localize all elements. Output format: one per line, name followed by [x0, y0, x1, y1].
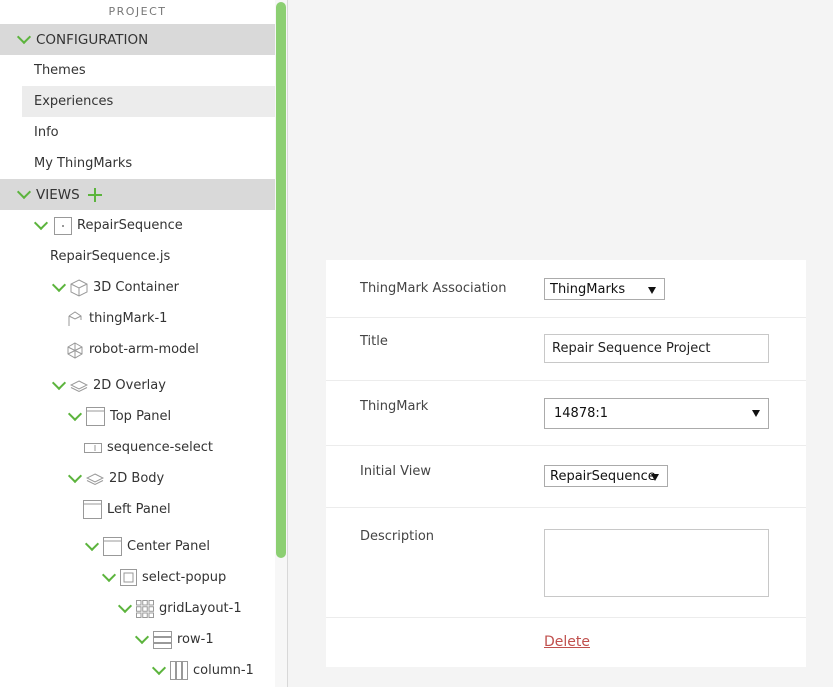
panel-title: PROJECT	[108, 5, 167, 18]
tree-item-label: column-1	[193, 663, 254, 678]
dropdown-arrow-icon	[648, 287, 656, 294]
title-input[interactable]	[544, 334, 769, 363]
tree-item-select-popup[interactable]: select-popup	[0, 562, 275, 593]
project-panel-scrollbar[interactable]	[275, 0, 288, 687]
chevron-down-icon[interactable]	[67, 468, 83, 484]
tree-item-robot-arm-model[interactable]: robot-arm-model	[0, 334, 275, 365]
property-row-thingmark: ThingMark 14878:1	[326, 380, 806, 446]
initial-view-select[interactable]: RepairSequence	[544, 465, 668, 487]
tree-item-label: Left Panel	[107, 502, 171, 517]
cube-icon	[70, 278, 88, 297]
grid-icon	[136, 599, 154, 618]
tree-item-label: 2D Overlay	[93, 378, 166, 393]
chevron-down-icon[interactable]	[51, 277, 67, 293]
tree-item-label: 2D Body	[109, 471, 165, 486]
property-row-description: Description	[326, 507, 806, 618]
tree-item-label: 3D Container	[93, 280, 179, 295]
dropdown-arrow-icon	[752, 410, 760, 417]
tree-item-2d-overlay[interactable]: 2D Overlay	[0, 370, 275, 401]
row-icon	[153, 630, 172, 649]
layers-icon	[70, 379, 88, 392]
tree-item-thingmark-1[interactable]: thingMark-1	[0, 303, 275, 334]
tree-item-label: Center Panel	[127, 539, 210, 554]
tree-item-label: Top Panel	[110, 409, 172, 424]
title-label: Title	[360, 334, 388, 349]
chevron-down-icon[interactable]	[16, 184, 32, 200]
panel-icon	[83, 500, 102, 519]
thingmark-association-value: ThingMarks	[550, 282, 626, 297]
model-icon	[67, 341, 83, 359]
thingmark-association-select[interactable]: ThingMarks	[544, 278, 665, 300]
thingmark-icon	[68, 310, 82, 326]
project-properties-card: ThingMark Association ThingMarks Title T…	[326, 260, 806, 667]
view-icon	[54, 216, 72, 235]
delete-link[interactable]: Delete	[544, 634, 590, 650]
initial-view-label: Initial View	[360, 464, 431, 479]
chevron-down-icon[interactable]	[101, 567, 117, 583]
section-label: CONFIGURATION	[36, 31, 149, 48]
scrollbar-thumb[interactable]	[276, 2, 286, 558]
tree-item-label: sequence-select	[107, 440, 213, 455]
tree-item-row-1[interactable]: row-1	[0, 624, 275, 655]
popup-icon	[120, 569, 137, 586]
section-label: VIEWS	[36, 186, 80, 203]
thingmark-label: ThingMark	[360, 399, 429, 414]
chevron-down-icon[interactable]	[117, 598, 133, 614]
property-row-initial-view: Initial View RepairSequence	[326, 445, 806, 508]
panel-icon	[103, 537, 122, 556]
thingmark-value: 14878:1	[554, 406, 609, 421]
description-label: Description	[360, 529, 435, 544]
dropdown-arrow-icon	[651, 474, 659, 481]
section-configuration[interactable]: CONFIGURATION	[0, 24, 275, 55]
panel-icon	[86, 407, 105, 426]
select-widget-icon	[84, 442, 102, 453]
config-item-info[interactable]: Info	[0, 117, 275, 148]
chevron-down-icon[interactable]	[134, 629, 150, 645]
tree-item-label: select-popup	[142, 570, 227, 585]
config-item-themes[interactable]: Themes	[0, 55, 275, 86]
config-item-label: My ThingMarks	[34, 156, 133, 171]
chevron-down-icon[interactable]	[67, 406, 83, 422]
tree-item-repairsequence[interactable]: RepairSequence	[0, 210, 275, 241]
config-item-label: Experiences	[34, 94, 114, 109]
tree-item-sequence-select[interactable]: sequence-select	[0, 432, 275, 463]
tree-item-top-panel[interactable]: Top Panel	[0, 401, 275, 432]
tree-item-repairsequence-js[interactable]: RepairSequence.js	[0, 241, 275, 272]
chevron-down-icon[interactable]	[33, 215, 49, 231]
initial-view-value: RepairSequence	[550, 469, 656, 484]
tree-item-label: RepairSequence	[77, 218, 183, 233]
tree-item-column-1[interactable]: column-1	[0, 655, 275, 686]
tree-item-label: robot-arm-model	[89, 342, 199, 357]
add-view-icon[interactable]	[87, 187, 102, 202]
tree-item-left-panel[interactable]: Left Panel	[0, 494, 275, 525]
thingmark-select[interactable]: 14878:1	[544, 398, 769, 429]
column-icon	[170, 661, 188, 680]
tree-item-3d-container[interactable]: 3D Container	[0, 272, 275, 303]
tree-item-gridlayout-1[interactable]: gridLayout-1	[0, 593, 275, 624]
project-panel: PROJECT CONFIGURATION Themes Experiences…	[0, 0, 275, 687]
chevron-down-icon[interactable]	[16, 29, 32, 45]
tree-item-label: row-1	[177, 632, 214, 647]
tree-item-label: RepairSequence.js	[50, 249, 171, 264]
property-row-title: Title	[326, 317, 806, 381]
description-textarea[interactable]	[544, 529, 769, 597]
tree-item-label: gridLayout-1	[159, 601, 242, 616]
config-item-label: Info	[34, 125, 59, 140]
config-item-experiences[interactable]: Experiences	[22, 86, 275, 117]
config-item-label: Themes	[34, 63, 86, 78]
chevron-down-icon[interactable]	[51, 375, 67, 391]
tree-item-center-panel[interactable]: Center Panel	[0, 531, 275, 562]
chevron-down-icon[interactable]	[84, 536, 100, 552]
layers-icon	[86, 472, 104, 485]
chevron-down-icon[interactable]	[151, 660, 167, 676]
thingmark-association-label: ThingMark Association	[360, 281, 507, 296]
config-item-my-thingmarks[interactable]: My ThingMarks	[0, 148, 275, 179]
section-views[interactable]: VIEWS	[0, 179, 275, 210]
tree-item-label: thingMark-1	[89, 311, 168, 326]
property-row-thingmark-association: ThingMark Association ThingMarks	[326, 260, 806, 318]
tree-item-2d-body[interactable]: 2D Body	[0, 463, 275, 494]
